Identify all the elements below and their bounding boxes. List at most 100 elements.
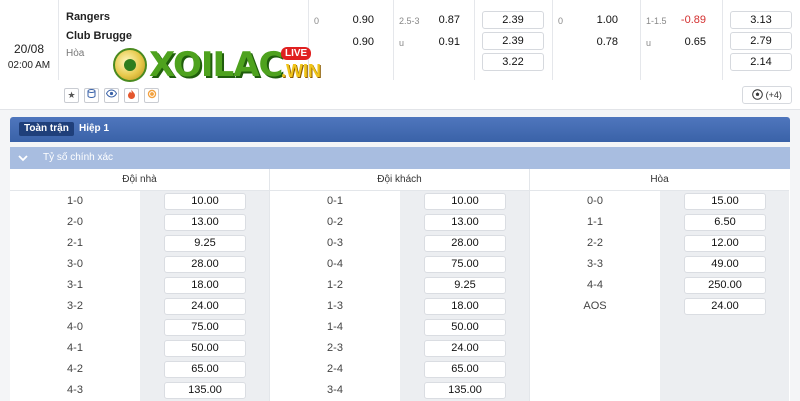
match-datetime: 20/08 02:00 AM [0,42,58,71]
odd-cell: 10.00 [400,191,529,212]
h1-ou-line: 1-1.5 [646,16,667,26]
score-label: 1-3 [327,300,343,312]
score-label: 4-1 [67,342,83,354]
more-markets-button[interactable]: (+4) [742,86,792,104]
ft-1x2-home[interactable]: 2.39 [482,11,544,29]
score-label: 0-3 [327,237,343,249]
odd-cell: 24.00 [400,338,529,359]
score-row: 4-2 65.00 [10,359,269,380]
fire-icon[interactable] [124,88,139,103]
ft-1x2-draw[interactable]: 3.22 [482,53,544,71]
odd-cell: 15.00 [660,191,789,212]
score-label: 2-0 [67,216,83,228]
score-label: 3-0 [67,258,83,270]
score-label: 1-4 [327,321,343,333]
away-team[interactable]: Club Brugge [66,30,132,42]
odd-button[interactable]: 250.00 [684,277,766,294]
star-icon[interactable]: ★ [64,88,79,103]
score-label: 3-1 [67,279,83,291]
match-date: 20/08 [13,42,45,56]
section-title: Tỷ số chính xác [43,152,114,163]
xoilac-logo: XOILAC LIVE .WIN [113,45,333,85]
odd-button[interactable]: 9.25 [164,235,246,252]
correct-score-header[interactable]: Tỷ số chính xác [10,147,790,169]
odd-cell: 18.00 [400,296,529,317]
score-column: Hòa 0-0 15.00 1-1 6.50 2-2 12.00 3-3 49.00 4-4 250… [530,169,790,401]
tab-full-time[interactable]: Toàn trận [19,122,74,136]
odd-button[interactable]: 6.50 [684,214,766,231]
score-row: 3-3 49.00 [530,254,789,275]
odd-button[interactable]: 50.00 [164,340,246,357]
divider [640,0,641,80]
h1-ou-under[interactable]: 0.65 [670,36,706,48]
odd-button[interactable]: 10.00 [164,193,246,210]
home-team[interactable]: Rangers [66,11,110,23]
score-row: 0-0 15.00 [530,191,789,212]
odd-cell: 75.00 [140,317,269,338]
h1-1x2-draw[interactable]: 2.14 [730,53,792,71]
match-card: 20/08 02:00 AM Rangers Club Brugge Hòa 0… [0,0,800,110]
odd-button[interactable]: 15.00 [684,193,766,210]
odd-cell: 9.25 [400,275,529,296]
h1-hdp-line: 0 [558,16,564,26]
odd-button[interactable]: 24.00 [684,298,766,315]
odd-button[interactable]: 24.00 [424,340,506,357]
odd-button[interactable]: 75.00 [164,319,246,336]
column-header: Đội nhà [10,169,269,191]
ft-hdp-away[interactable]: 0.90 [338,36,374,48]
odd-button[interactable]: 135.00 [164,382,246,399]
stats-icon[interactable] [84,88,99,103]
score-label: 1-1 [587,216,603,228]
odd-button[interactable]: 24.00 [164,298,246,315]
ft-ou-over[interactable]: 0.87 [424,14,460,26]
tab-first-half[interactable]: Hiệp 1 [74,122,114,136]
ft-hdp-line: 0 [314,16,320,26]
odd-button[interactable]: 13.00 [424,214,506,231]
score-row: 3-2 24.00 [10,296,269,317]
odd-button[interactable]: 135.00 [424,382,506,399]
odd-cell: 250.00 [660,275,789,296]
odd-cell: 24.00 [660,296,789,317]
odd-button[interactable]: 12.00 [684,235,766,252]
odd-button[interactable]: 10.00 [424,193,506,210]
divider [474,0,475,80]
score-row: 1-1 6.50 [530,212,789,233]
h1-ou-over[interactable]: -0.89 [670,14,706,26]
logo-ball-icon [113,48,147,82]
odd-cell: 50.00 [400,317,529,338]
odd-button[interactable]: 50.00 [424,319,506,336]
score-label: 4-0 [67,321,83,333]
odd-button[interactable]: 18.00 [424,298,506,315]
ft-hdp-home[interactable]: 0.90 [338,14,374,26]
empty-score-area [530,317,660,401]
eye-icon[interactable] [104,88,119,103]
odd-cell: 28.00 [400,233,529,254]
odd-button[interactable]: 28.00 [164,256,246,273]
score-label: 3-2 [67,300,83,312]
score-row: 4-4 250.00 [530,275,789,296]
odd-button[interactable]: 28.00 [424,235,506,252]
odd-button[interactable]: 13.00 [164,214,246,231]
h1-1x2-away[interactable]: 2.79 [730,32,792,50]
score-row: AOS 24.00 [530,296,789,317]
odd-button[interactable]: 65.00 [424,361,506,378]
odd-button[interactable]: 18.00 [164,277,246,294]
ft-1x2-away[interactable]: 2.39 [482,32,544,50]
odd-button[interactable]: 75.00 [424,256,506,273]
ft-ou-under[interactable]: 0.91 [424,36,460,48]
score-label: 3-4 [327,384,343,396]
more-markets-count: (+4) [765,90,782,100]
coin-icon[interactable] [144,88,159,103]
empty-odd-area [660,317,789,401]
odd-cell: 10.00 [140,191,269,212]
odd-button[interactable]: 49.00 [684,256,766,273]
h1-hdp-home[interactable]: 1.00 [582,14,618,26]
odd-button[interactable]: 65.00 [164,361,246,378]
score-row: 0-1 10.00 [270,191,529,212]
h1-hdp-away[interactable]: 0.78 [582,36,618,48]
odd-button[interactable]: 9.25 [424,277,506,294]
score-label: 3-3 [587,258,603,270]
h1-1x2-home[interactable]: 3.13 [730,11,792,29]
odd-cell: 24.00 [140,296,269,317]
score-label: 4-4 [587,279,603,291]
